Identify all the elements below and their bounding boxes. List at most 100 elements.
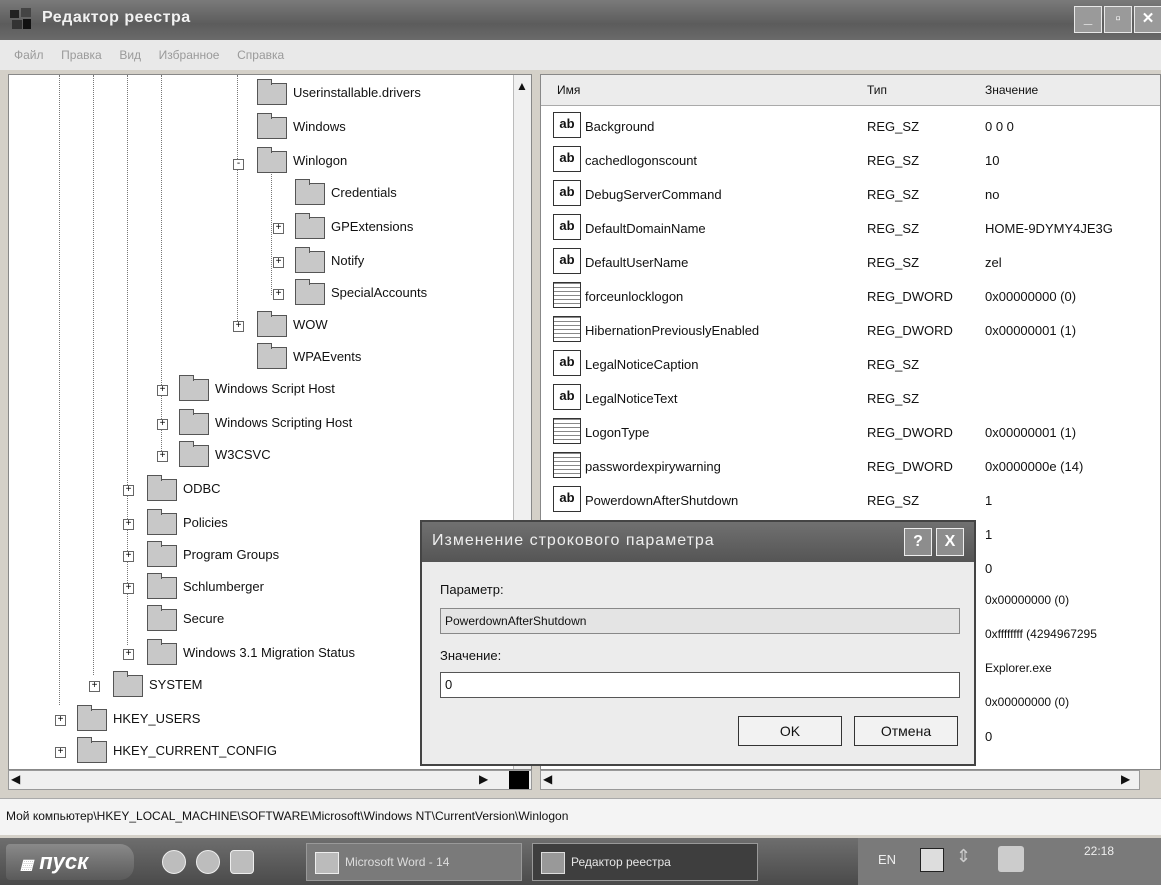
folder-icon — [147, 474, 177, 501]
expand-icon[interactable]: + — [123, 649, 134, 660]
word-icon — [315, 852, 339, 874]
tree-node-specialaccounts[interactable]: SpecialAccounts — [295, 278, 427, 307]
close-icon[interactable]: X — [936, 528, 964, 556]
tree-node-windows[interactable]: Windows — [257, 112, 346, 141]
tree-node-credentials[interactable]: Credentials — [295, 178, 397, 207]
folder-icon — [257, 310, 287, 337]
tree-node-windows-31-migration-status[interactable]: Windows 3.1 Migration Status — [147, 638, 355, 667]
value-row[interactable]: ab LegalNoticeText REG_SZ — [541, 381, 1141, 415]
tree-node-wpaevents[interactable]: WPAEvents — [257, 342, 361, 371]
ok-button[interactable]: OK — [738, 716, 842, 746]
expand-icon[interactable]: + — [273, 223, 284, 234]
cancel-button[interactable]: Отмена — [854, 716, 958, 746]
quicklaunch-app-icon[interactable] — [230, 850, 254, 874]
start-button[interactable]: ▦ пуск — [6, 844, 134, 880]
tree-node-hkey-current-config[interactable]: HKEY_CURRENT_CONFIG — [77, 736, 277, 765]
folder-icon — [295, 246, 325, 273]
taskbar-item-word[interactable]: Microsoft Word - 14 — [306, 843, 522, 881]
splitter-handle[interactable] — [509, 771, 529, 789]
taskbar-item-regedit[interactable]: Редактор реестра — [532, 843, 758, 881]
language-indicator[interactable]: EN — [878, 852, 896, 867]
expand-icon[interactable]: + — [89, 681, 100, 692]
tree-node-userinstallable-drivers[interactable]: Userinstallable.drivers — [257, 78, 421, 107]
value-row[interactable]: ab LegalNoticeCaption REG_SZ — [541, 347, 1141, 381]
tree-node-w3csvc[interactable]: W3CSVC — [179, 440, 271, 469]
string-value-icon: ab — [553, 214, 581, 240]
menu-help[interactable]: Справка — [237, 48, 284, 62]
expand-icon[interactable]: + — [157, 385, 168, 396]
value-input[interactable]: 0 — [440, 672, 960, 698]
tree-horizontal-scrollbar[interactable]: ◀ ▶ — [8, 770, 532, 790]
expand-icon[interactable]: + — [123, 519, 134, 530]
menu-view[interactable]: Вид — [119, 48, 141, 62]
tree-node-windows-scripting-host[interactable]: Windows Scripting Host — [179, 408, 352, 437]
menu-favorites[interactable]: Избранное — [159, 48, 220, 62]
scroll-left-icon[interactable]: ◀ — [11, 772, 20, 786]
folder-icon — [147, 604, 177, 631]
string-value-icon: ab — [553, 146, 581, 172]
column-header-name[interactable]: Имя — [557, 83, 580, 97]
tree-node-wow[interactable]: WOW — [257, 310, 328, 339]
quicklaunch-browser-icon[interactable] — [162, 850, 186, 874]
tree-node-schlumberger[interactable]: Schlumberger — [147, 572, 264, 601]
scroll-right-icon[interactable]: ▶ — [1121, 772, 1130, 786]
list-horizontal-scrollbar[interactable]: ◀ ▶ — [540, 770, 1140, 790]
param-label: Параметр: — [440, 582, 504, 597]
value-row[interactable]: ab DefaultDomainName REG_SZ HOME-9DYMY4JE3G — [541, 211, 1141, 245]
registry-editor-icon — [10, 8, 31, 29]
value-row[interactable]: ab Background REG_SZ 0 0 0 — [541, 109, 1141, 143]
collapse-icon[interactable]: - — [233, 159, 244, 170]
value-row[interactable]: ab cachedlogonscount REG_SZ 10 — [541, 143, 1141, 177]
value-row[interactable]: HibernationPreviouslyEnabled REG_DWORD 0x0… — [541, 313, 1141, 347]
expand-icon[interactable]: + — [273, 257, 284, 268]
value-row[interactable]: LogonType REG_DWORD 0x00000001 (1) — [541, 415, 1141, 449]
value-label: Значение: — [440, 648, 502, 663]
tray-network-icon[interactable] — [998, 846, 1024, 872]
close-icon[interactable]: ✕ — [1134, 6, 1161, 33]
quicklaunch-media-icon[interactable] — [196, 850, 220, 874]
expand-icon[interactable]: + — [123, 583, 134, 594]
scroll-left-icon[interactable]: ◀ — [543, 772, 552, 786]
value-cell: 0x00000000 (0) — [985, 593, 1070, 607]
tree-node-system[interactable]: SYSTEM — [113, 670, 202, 699]
tree-node-odbc[interactable]: ODBC — [147, 474, 221, 503]
column-header-type[interactable]: Тип — [867, 83, 887, 97]
value-row[interactable]: passwordexpirywarning REG_DWORD 0x0000000e… — [541, 449, 1141, 483]
help-icon[interactable]: ? — [904, 528, 932, 556]
value-row[interactable]: ab DebugServerCommand REG_SZ no — [541, 177, 1141, 211]
value-row[interactable]: ab PowerdownAfterShutdown REG_SZ 1 — [541, 483, 1141, 517]
expand-icon[interactable]: + — [157, 451, 168, 462]
scroll-up-icon[interactable]: ▲ — [516, 79, 528, 93]
tree-node-program-groups[interactable]: Program Groups — [147, 540, 279, 569]
column-header-value[interactable]: Значение — [985, 83, 1038, 97]
folder-icon — [295, 178, 325, 205]
expand-icon[interactable]: + — [55, 715, 66, 726]
expand-icon[interactable]: + — [273, 289, 284, 300]
tree-node-secure[interactable]: Secure — [147, 604, 224, 633]
value-row[interactable]: forceunlocklogon REG_DWORD 0x00000000 (0) — [541, 279, 1141, 313]
string-value-icon: ab — [553, 350, 581, 376]
scroll-right-icon[interactable]: ▶ — [479, 772, 488, 786]
tray-arrows-icon[interactable]: ⇕ — [956, 846, 971, 867]
tree-node-notify[interactable]: Notify — [295, 246, 364, 275]
menu-edit[interactable]: Правка — [61, 48, 102, 62]
tree-node-policies[interactable]: Policies — [147, 508, 228, 537]
tree-node-gpextensions[interactable]: GPExtensions — [295, 212, 413, 241]
help-tray-icon[interactable] — [920, 848, 944, 872]
menu-file[interactable]: Файл — [14, 48, 44, 62]
tree-node-winlogon[interactable]: Winlogon — [257, 146, 347, 175]
title-bar[interactable]: Редактор реестра _ ▫ ✕ — [0, 0, 1161, 40]
expand-icon[interactable]: + — [55, 747, 66, 758]
expand-icon[interactable]: + — [123, 485, 134, 496]
expand-icon[interactable]: + — [123, 551, 134, 562]
value-row[interactable]: ab DefaultUserName REG_SZ zel — [541, 245, 1141, 279]
dialog-title-bar[interactable]: Изменение строкового параметра ? X — [422, 522, 974, 562]
maximize-icon[interactable]: ▫ — [1104, 6, 1132, 33]
expand-icon[interactable]: + — [157, 419, 168, 430]
minimize-icon[interactable]: _ — [1074, 6, 1102, 33]
edit-string-dialog[interactable]: Изменение строкового параметра ? X Парам… — [420, 520, 976, 766]
tree-node-windows-script-host[interactable]: Windows Script Host — [179, 374, 335, 403]
expand-icon[interactable]: + — [233, 321, 244, 332]
tree-node-hkey-users[interactable]: HKEY_USERS — [77, 704, 200, 733]
clock[interactable]: 22:18 — [1084, 844, 1114, 858]
